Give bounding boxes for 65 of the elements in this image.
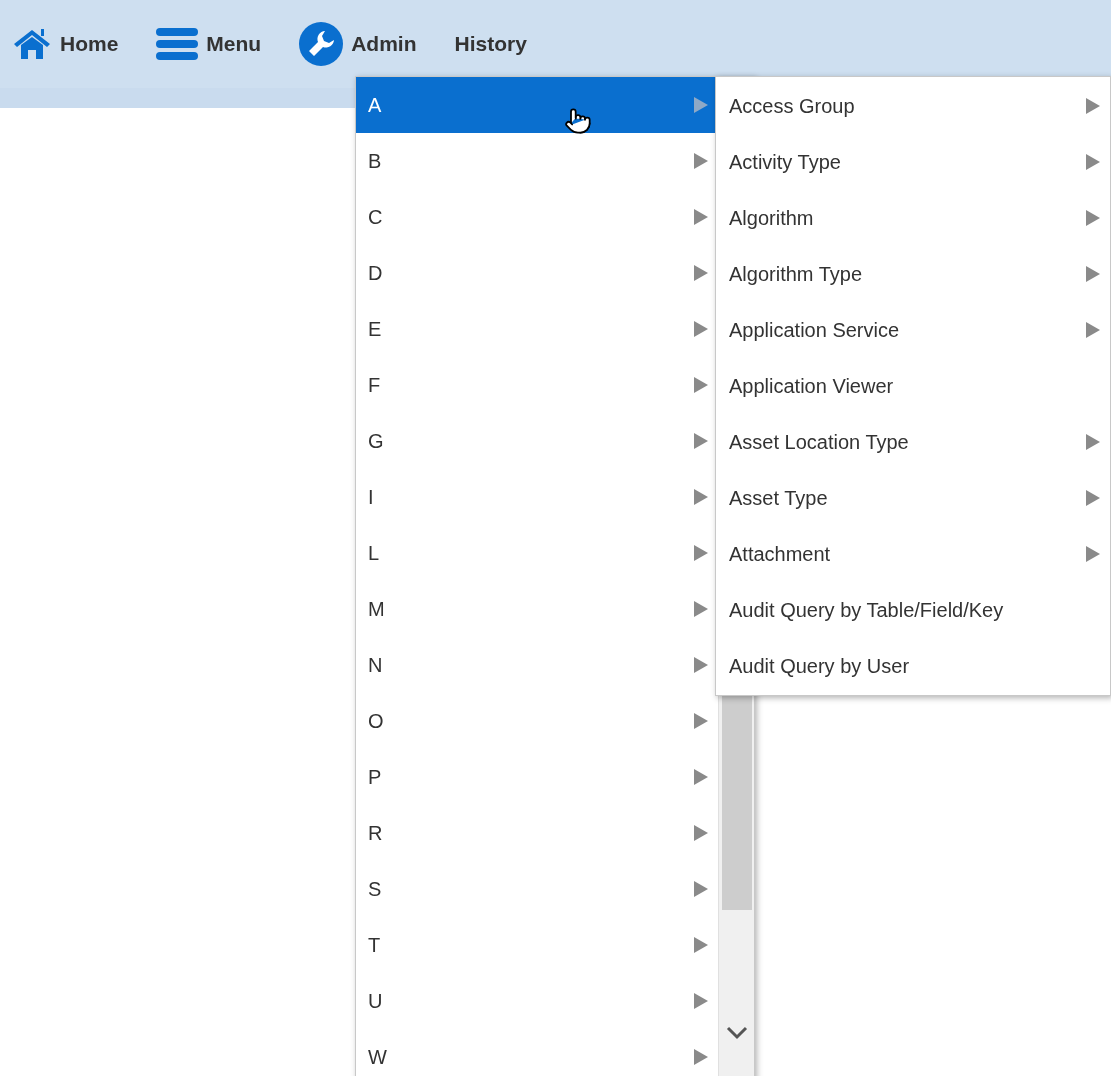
menu-icon [156,27,199,61]
letter-menu-item[interactable]: E [356,301,718,357]
letter-menu-item[interactable]: O [356,693,718,749]
wrench-icon [299,22,344,66]
submenu-arrow-icon [1086,546,1100,562]
submenu-item[interactable]: Audit Query by Table/Field/Key [716,582,1110,638]
nav-link[interactable]: Admin [299,22,417,66]
submenu-arrow-icon [694,825,708,841]
letter-menu-item[interactable]: S [356,861,718,917]
submenu-item[interactable]: Application Viewer [716,358,1110,414]
submenu-arrow-icon [694,545,708,561]
submenu-item[interactable]: Application Service [716,302,1110,358]
letter-menu-item[interactable]: U [356,973,718,1029]
letter-menu-item[interactable]: L [356,525,718,581]
submenu-arrow-icon [694,489,708,505]
letter-menu-item[interactable]: A [356,77,718,133]
submenu-arrow-icon [694,881,708,897]
submenu-arrow-icon [694,209,708,225]
home-icon [12,27,52,61]
submenu-arrow-icon [1086,154,1100,170]
hand-cursor-icon [564,105,592,137]
submenu-arrow-icon [694,769,708,785]
letter-menu-item[interactable]: F [356,357,718,413]
submenu-arrow-icon [1086,434,1100,450]
submenu-arrow-icon [694,153,708,169]
submenu-arrow-icon [1086,210,1100,226]
nav-link[interactable]: History [454,28,527,60]
submenu-arrow-icon [694,321,708,337]
letter-menu-item[interactable]: R [356,805,718,861]
submenu-item[interactable]: Access Group [716,78,1110,134]
letter-menu-item[interactable]: D [356,245,718,301]
letter-menu-item[interactable]: T [356,917,718,973]
submenu-arrow-icon [694,937,708,953]
submenu-arrow-icon [694,601,708,617]
letter-menu-item[interactable]: P [356,749,718,805]
letter-menu-item[interactable]: C [356,189,718,245]
letter-menu-item[interactable]: B [356,133,718,189]
submenu-item[interactable]: Algorithm Type [716,246,1110,302]
nav-link[interactable]: Home [12,27,119,61]
nav-link[interactable]: Menu [156,27,262,61]
submenu-arrow-icon [694,657,708,673]
submenu-item[interactable]: Asset Location Type [716,414,1110,470]
submenu-item[interactable]: Algorithm [716,190,1110,246]
submenu-arrow-icon [1086,490,1100,506]
submenu-item[interactable]: Activity Type [716,134,1110,190]
submenu-arrow-icon [1086,98,1100,114]
submenu-item[interactable]: Audit Query by User [716,638,1110,694]
submenu-item[interactable]: Asset Type [716,470,1110,526]
letter-menu-item[interactable]: W [356,1029,718,1076]
letter-menu-item[interactable]: M [356,581,718,637]
submenu-arrow-icon [694,993,708,1009]
submenu-arrow-icon [1086,266,1100,282]
letter-menu-item[interactable]: G [356,413,718,469]
scroll-down-icon[interactable] [725,1026,748,1040]
submenu-arrow-icon [694,265,708,281]
scrollbar-thumb[interactable] [721,695,752,910]
submenu-arrow-icon [694,433,708,449]
submenu-item[interactable]: Attachment [716,526,1110,582]
letter-menu-item[interactable]: I [356,469,718,525]
submenu-arrow-icon [694,97,708,113]
submenu-arrow-icon [694,713,708,729]
submenu-arrow-icon [694,377,708,393]
submenu-arrow-icon [1086,322,1100,338]
letter-menu-item[interactable]: N [356,637,718,693]
submenu-arrow-icon [694,1049,708,1065]
